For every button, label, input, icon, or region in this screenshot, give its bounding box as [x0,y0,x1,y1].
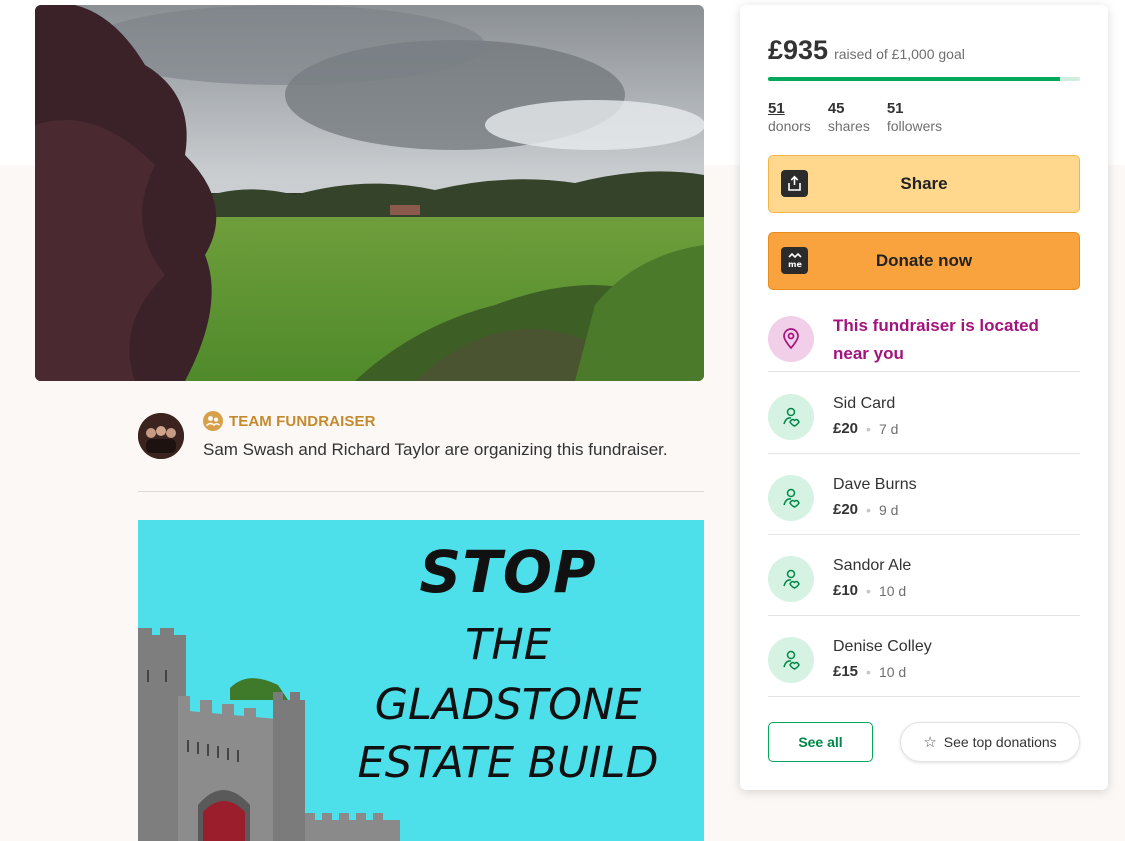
donor-heart-hand-icon [768,394,814,440]
goal-text: raised of £1,000 goal [834,46,965,62]
donors-label: donors [768,118,811,134]
organizer-section: TEAM FUNDRAISER Sam Swash and Richard Ta… [138,410,704,492]
donor-meta: £20 • 7 d [833,420,898,437]
gofundme-logo-icon: me [781,247,808,274]
poster-line-stop: STOP [419,538,597,606]
donors-count[interactable]: 51 [768,100,811,117]
donation-item: Dave Burns £20 • 9 d [768,454,1080,535]
share-button[interactable]: Share [768,155,1080,213]
hero-photo [35,5,704,381]
donation-amount: £20 [833,420,859,437]
donor-name: Denise Colley [833,638,932,655]
team-icon [203,411,223,431]
donate-now-button[interactable]: me Donate now [768,232,1080,290]
donation-time: 9 d [878,501,899,518]
nearby-notice: This fundraiser is located near you [768,310,1080,372]
team-fundraiser-label: TEAM FUNDRAISER [203,411,376,431]
donate-label: Donate now [875,251,973,270]
organizer-avatar[interactable] [138,413,184,459]
donor-heart-hand-icon [768,475,814,521]
shares-label: shares [827,118,870,134]
poster-line-gladstone: GLADSTONE [374,680,642,730]
donor-name: Dave Burns [833,476,917,493]
donation-item: Sid Card £20 • 7 d [768,373,1080,454]
see-top-label: See top donations [943,734,1057,750]
donor-meta: £20 • 9 d [833,501,898,518]
stat-donors[interactable]: 51 donors [768,100,811,134]
star-icon: ☆ [923,734,937,751]
poster-line-estate-build: ESTATE BUILD [357,738,659,788]
donation-item: Sandor Ale £10 • 10 d [768,535,1080,616]
stats-row: 51 donors 45 shares 51 followers [768,100,942,134]
donation-item: Denise Colley £15 • 10 d [768,616,1080,697]
donation-time: 10 d [878,582,907,599]
svg-text:me: me [788,260,802,269]
donor-name: Sid Card [833,395,896,412]
separator-dot: • [866,420,871,437]
organizer-description: Sam Swash and Richard Taylor are organiz… [203,440,668,459]
followers-label: followers [886,118,943,134]
see-top-donations-button[interactable]: ☆ See top donations [900,722,1080,762]
donor-heart-hand-icon [768,637,814,683]
share-upload-icon [781,170,808,197]
progress-fill [768,77,1060,81]
separator-dot: • [866,501,871,518]
donation-amount: £10 [833,582,859,599]
separator-dot: • [866,582,871,599]
stat-shares: 45 shares [828,100,870,134]
donor-meta: £10 • 10 d [833,582,906,599]
nearby-text: This fundraiser is located near you [833,316,1039,363]
donation-time: 7 d [878,420,899,437]
followers-count: 51 [886,100,904,117]
see-all-button[interactable]: See all [768,722,873,762]
raised-summary: £935 raised of £1,000 goal [768,35,965,66]
donation-amount: £20 [833,501,859,518]
share-label: Share [900,174,948,193]
raised-amount: £935 [768,35,829,65]
donor-name: Sandor Ale [833,557,912,574]
stat-followers: 51 followers [887,100,942,134]
donor-meta: £15 • 10 d [833,663,906,680]
poster-line-the: THE [465,620,551,670]
donation-time: 10 d [878,663,907,680]
recent-donations-list: Sid Card £20 • 7 d Dave Burns £20 • 9 d … [768,373,1080,697]
campaign-poster: STOP THE GLADSTONE ESTATE BUILD [138,520,704,841]
progress-bar [768,77,1080,81]
donation-amount: £15 [833,663,859,680]
shares-count: 45 [827,100,845,117]
separator-dot: • [866,663,871,680]
donation-sidebar-card: £935 raised of £1,000 goal 51 donors 45 … [740,5,1108,790]
donor-heart-hand-icon [768,556,814,602]
team-fundraiser-text: TEAM FUNDRAISER [229,412,376,430]
location-pin-icon [768,316,814,362]
